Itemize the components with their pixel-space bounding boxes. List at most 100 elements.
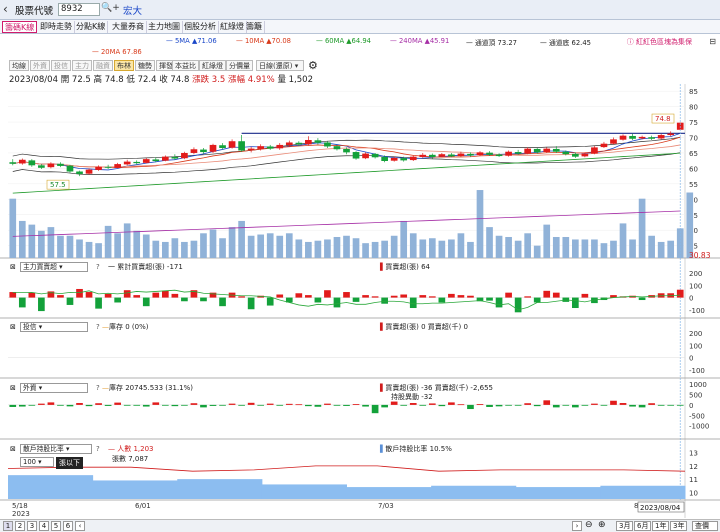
range-1y[interactable]: 1年	[652, 521, 670, 531]
volume-bar	[514, 240, 522, 258]
volume-bar	[543, 224, 551, 258]
collapse-icon[interactable]: ⊟	[709, 37, 716, 46]
tool-trend[interactable]: 糖勢	[135, 60, 155, 71]
candle-body	[219, 145, 226, 149]
page-next-icon[interactable]: ‹	[75, 521, 85, 531]
range-3m[interactable]: 3月	[616, 521, 634, 531]
main-force-bar	[581, 293, 589, 298]
tool-lights[interactable]: 紅綠燈	[199, 60, 226, 71]
promo-text[interactable]: ⓘ 紅紅色區塊為集保	[627, 37, 692, 47]
price-tick: 60	[689, 165, 698, 173]
scroll-right-icon[interactable]: ›	[572, 521, 582, 531]
settings-gear-icon[interactable]: ⚙	[308, 59, 318, 72]
foreign-bar	[343, 404, 350, 406]
foreign-bar	[85, 404, 93, 407]
foreign-bar	[381, 404, 388, 408]
tab-branch-k[interactable]: 分點K線	[74, 21, 109, 33]
foreign-bar	[572, 404, 579, 408]
panel2-help-icon[interactable]: ?	[96, 323, 100, 331]
panel4-close-icon[interactable]: ⊠	[10, 445, 16, 453]
candle-body	[514, 152, 522, 154]
zoom-in-icon[interactable]: ⊕	[598, 520, 606, 530]
tab-large-broker[interactable]: 大量券商	[110, 21, 147, 33]
tool-price-volume[interactable]: 分價量	[226, 60, 253, 71]
back-chevron-icon[interactable]: ‹	[3, 2, 8, 16]
page-5[interactable]: 5	[51, 521, 61, 531]
tool-foreign[interactable]: 外資	[30, 60, 50, 71]
range-6m[interactable]: 6月	[634, 521, 652, 531]
candle-body	[190, 149, 198, 153]
volume-bar	[657, 241, 665, 258]
page-2[interactable]: 2	[15, 521, 25, 531]
volume-bar	[219, 238, 226, 258]
tool-ma[interactable]: 均線	[9, 60, 29, 71]
tab-stock-analysis[interactable]: 個股分析	[182, 21, 219, 33]
main-force-bar	[104, 293, 112, 298]
tool-margin[interactable]: 融資	[93, 60, 113, 71]
volume-bar	[448, 239, 455, 258]
tab-notes[interactable]: 籌籬	[244, 21, 265, 33]
tab-traffic-light[interactable]: 紅綠燈	[218, 21, 247, 33]
volume-bar	[343, 235, 350, 258]
tab-realtime[interactable]: 即時走勢	[38, 21, 75, 33]
main-force-bar	[428, 296, 436, 298]
tool-trust[interactable]: 投信	[51, 60, 71, 71]
tab-main-map[interactable]: 主力地圖	[146, 21, 183, 33]
panel3-select[interactable]: 外資 ▾	[20, 383, 88, 393]
period-select[interactable]: 日線(還原) ▾	[256, 60, 304, 71]
zoom-out-icon[interactable]: ⊖	[585, 520, 593, 530]
price-tick: 85	[689, 88, 698, 96]
candle-body	[409, 156, 417, 161]
page-3[interactable]: 3	[27, 521, 37, 531]
volume-bar	[47, 227, 55, 258]
foreign-bar	[257, 404, 265, 406]
foreign-bar	[28, 404, 36, 406]
candle-body	[381, 156, 388, 161]
page-4[interactable]: 4	[39, 521, 49, 531]
foreign-bar	[95, 403, 102, 405]
volume-bar	[600, 243, 608, 258]
candle-body	[95, 166, 102, 170]
volume-bar	[314, 240, 322, 258]
main-force-bar	[57, 295, 64, 298]
page-1[interactable]: 1	[3, 521, 13, 531]
page-6[interactable]: 6	[63, 521, 73, 531]
candle-body	[600, 143, 608, 148]
stock-code-input[interactable]: 8932	[58, 3, 100, 16]
main-force-bar	[448, 293, 455, 298]
foreign-bar	[419, 404, 427, 406]
panel2-select[interactable]: 投信 ▾	[20, 322, 88, 332]
panel4-select[interactable]: 散戶持股比率 ▾	[20, 444, 92, 454]
panel1-select[interactable]: 主力買賣超 ▾	[20, 262, 88, 272]
volume-bar	[152, 240, 160, 258]
bottom-bar: 1 2 3 4 5 6 ‹ › ⊖ ⊕ 3月 6月 1年 3年 查價	[0, 519, 720, 532]
retail-threshold-input[interactable]: 100 ▾	[20, 457, 54, 467]
candle-body	[9, 162, 17, 164]
foreign-bar	[610, 400, 617, 405]
retail-area-step	[515, 487, 601, 499]
foreign-bar	[295, 404, 303, 406]
panel3-help-icon[interactable]: ?	[96, 384, 100, 392]
panel1-help-icon[interactable]: ?	[96, 263, 100, 271]
panel3-close-icon[interactable]: ⊠	[10, 384, 16, 392]
main-force-bar	[438, 297, 446, 303]
volume-bar	[200, 233, 207, 258]
range-3y[interactable]: 3年	[670, 521, 688, 531]
volume-bar	[610, 240, 617, 258]
main-force-bar	[552, 292, 560, 298]
tool-pe[interactable]: 本益比	[172, 60, 199, 71]
tab-chip-k[interactable]: 籌碼K線	[2, 21, 38, 33]
foreign-bar	[228, 403, 236, 405]
panel2-close-icon[interactable]: ⊠	[10, 323, 16, 331]
range-more[interactable]: 查價	[692, 521, 718, 531]
search-icon[interactable]: 🔍+	[101, 3, 120, 13]
candle-body	[285, 142, 293, 146]
volume-bar	[648, 235, 655, 258]
panel4-help-icon[interactable]: ?	[96, 445, 100, 453]
main-force-bar	[419, 295, 427, 298]
tool-main[interactable]: 主力	[72, 60, 92, 71]
candle-body	[47, 163, 55, 168]
tool-bollinger[interactable]: 布林	[114, 60, 134, 71]
panel1-close-icon[interactable]: ⊠	[10, 263, 16, 271]
candle-body	[552, 148, 560, 152]
